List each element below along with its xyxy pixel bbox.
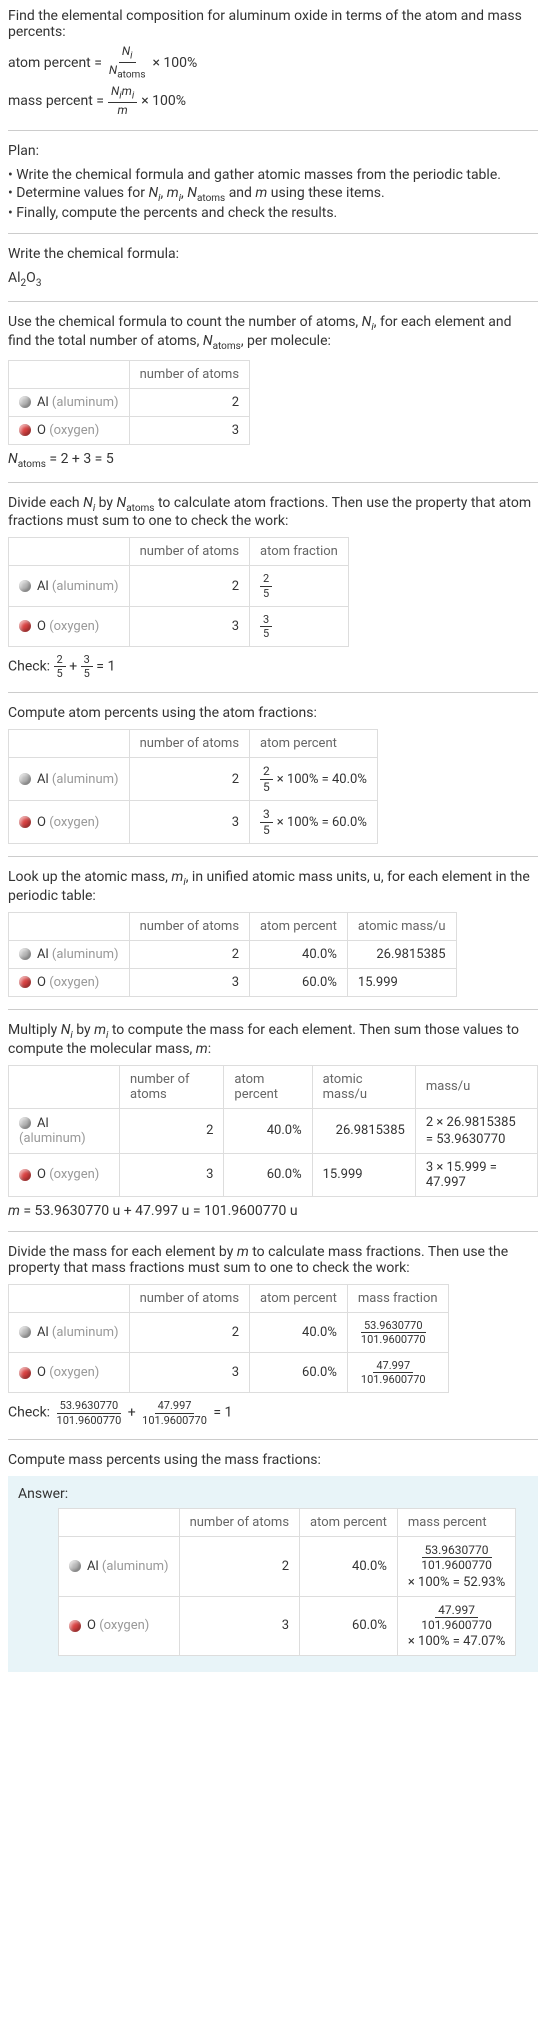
step2-text: Use the chemical formula to count the nu… [8, 314, 538, 352]
times-100-2: × 100% [141, 93, 186, 109]
element-dot-icon [19, 580, 31, 592]
table-row: O (oxygen) 3 60.0% 15.999 [9, 968, 457, 996]
col-atoms: number of atoms [129, 1284, 249, 1312]
table-row: O (oxygen) 3 60.0% 47.997101.9600770 [9, 1353, 449, 1393]
table-row: Al (aluminum) 2 25 [9, 566, 349, 606]
atoms-table: number of atoms Al (aluminum) 2 O (oxyge… [8, 360, 250, 445]
atomic-mass-table: number of atomsatom percentatomic mass/u… [8, 912, 457, 997]
element-dot-icon [19, 424, 31, 436]
divider [8, 1439, 538, 1440]
col-atom-percent: atom percent [250, 1284, 348, 1312]
table-row: O (oxygen) 3 [9, 416, 250, 444]
element-dot-icon [19, 396, 31, 408]
col-atoms: number of atoms [129, 538, 249, 566]
atom-percent-label: atom percent = [8, 55, 102, 71]
divider [8, 130, 538, 131]
step7-text: Divide the mass for each element by m to… [8, 1244, 538, 1276]
element-dot-icon [19, 1326, 31, 1338]
col-atomic-mass: atomic mass/u [312, 1065, 415, 1108]
col-atomic-mass: atomic mass/u [347, 912, 456, 940]
col-atom-fraction: atom fraction [250, 538, 349, 566]
col-atom-percent: atom percent [250, 730, 378, 758]
col-atoms: number of atoms [179, 1508, 299, 1536]
col-atoms: number of atoms [129, 360, 249, 388]
molecular-mass: m = 53.9630770 u + 47.997 u = 101.960077… [8, 1203, 538, 1219]
step4-text: Compute atom percents using the atom fra… [8, 705, 538, 721]
col-mass-fraction: mass fraction [347, 1284, 448, 1312]
check-mass-fractions: Check: 53.9630770101.9600770 + 47.997101… [8, 1399, 538, 1426]
divider [8, 1231, 538, 1232]
element-dot-icon [19, 773, 31, 785]
table-row: Al (aluminum) 2 40.0% 53.9630770101.9600… [59, 1536, 516, 1596]
intro-text: Find the elemental composition for alumi… [8, 8, 538, 40]
divider [8, 1009, 538, 1010]
col-atom-percent: atom percent [300, 1508, 398, 1536]
step1-text: Write the chemical formula: [8, 246, 538, 262]
step3-text: Divide each Ni by Natoms to calculate at… [8, 495, 538, 530]
mass-table: number of atomsatom percentatomic mass/u… [8, 1065, 538, 1197]
mass-percent-formula: mass percent = Nimi m × 100% [8, 84, 538, 118]
col-atoms: number of atoms [129, 730, 249, 758]
col-atom-percent: atom percent [224, 1065, 312, 1108]
element-dot-icon [69, 1620, 81, 1632]
divider [8, 692, 538, 693]
element-dot-icon [19, 1117, 31, 1129]
col-mass-percent: mass percent [397, 1508, 515, 1536]
mass-fraction-table: number of atomsatom percentmass fraction… [8, 1284, 449, 1394]
step6-text: Multiply Ni by mi to compute the mass fo… [8, 1022, 538, 1057]
element-dot-icon [69, 1560, 81, 1572]
chemical-formula: Al2O3 [8, 270, 538, 289]
table-row: Al (aluminum) 2 40.0% 26.9815385 [9, 940, 457, 968]
step5-text: Look up the atomic mass, mi, in unified … [8, 869, 538, 904]
plan-bullet-2: • Determine values for Ni, mi, Natoms an… [8, 185, 538, 204]
atom-percent-formula: atom percent = Ni Natoms × 100% [8, 44, 538, 82]
table-row: O (oxygen) 3 60.0% 15.999 3 × 15.999 = 4… [9, 1153, 538, 1196]
plan-title: Plan: [8, 143, 538, 159]
col-atom-percent: atom percent [250, 912, 348, 940]
table-row: O (oxygen) 3 35 × 100% = 60.0% [9, 801, 378, 844]
element-dot-icon [19, 1169, 31, 1181]
plan-bullet-3: • Finally, compute the percents and chec… [8, 205, 538, 221]
col-atoms: number of atoms [120, 1065, 224, 1108]
element-dot-icon [19, 976, 31, 988]
divider [8, 482, 538, 483]
col-mass: mass/u [415, 1065, 537, 1108]
atom-percent-table: number of atomsatom percent Al (aluminum… [8, 729, 378, 844]
answer-label: Answer: [18, 1486, 528, 1502]
divider [8, 301, 538, 302]
check-atom-fractions: Check: 25 + 35 = 1 [8, 653, 538, 680]
table-row: Al (aluminum) 2 40.0% 53.9630770101.9600… [9, 1312, 449, 1352]
plan-bullet-1: • Write the chemical formula and gather … [8, 167, 538, 183]
step8-text: Compute mass percents using the mass fra… [8, 1452, 538, 1468]
element-dot-icon [19, 620, 31, 632]
col-atoms: number of atoms [129, 912, 249, 940]
divider [8, 856, 538, 857]
atom-fraction-table: number of atomsatom fraction Al (aluminu… [8, 537, 349, 647]
table-row: O (oxygen) 3 60.0% 47.997101.9600770× 10… [59, 1596, 516, 1656]
table-row: Al (aluminum) 2 25 × 100% = 40.0% [9, 758, 378, 801]
table-row: Al (aluminum) 2 [9, 388, 250, 416]
table-row: O (oxygen) 3 35 [9, 606, 349, 646]
answer-box: Answer: number of atomsatom percentmass … [8, 1476, 538, 1673]
element-dot-icon [19, 1367, 31, 1379]
element-dot-icon [19, 816, 31, 828]
natoms-sum: Natoms = 2 + 3 = 5 [8, 451, 538, 470]
mass-percent-label: mass percent = [8, 93, 104, 109]
answer-table: number of atomsatom percentmass percent … [58, 1508, 516, 1657]
table-row: Al (aluminum) 2 40.0% 26.9815385 2 × 26.… [9, 1108, 538, 1153]
times-100: × 100% [152, 55, 197, 71]
divider [8, 233, 538, 234]
element-dot-icon [19, 948, 31, 960]
